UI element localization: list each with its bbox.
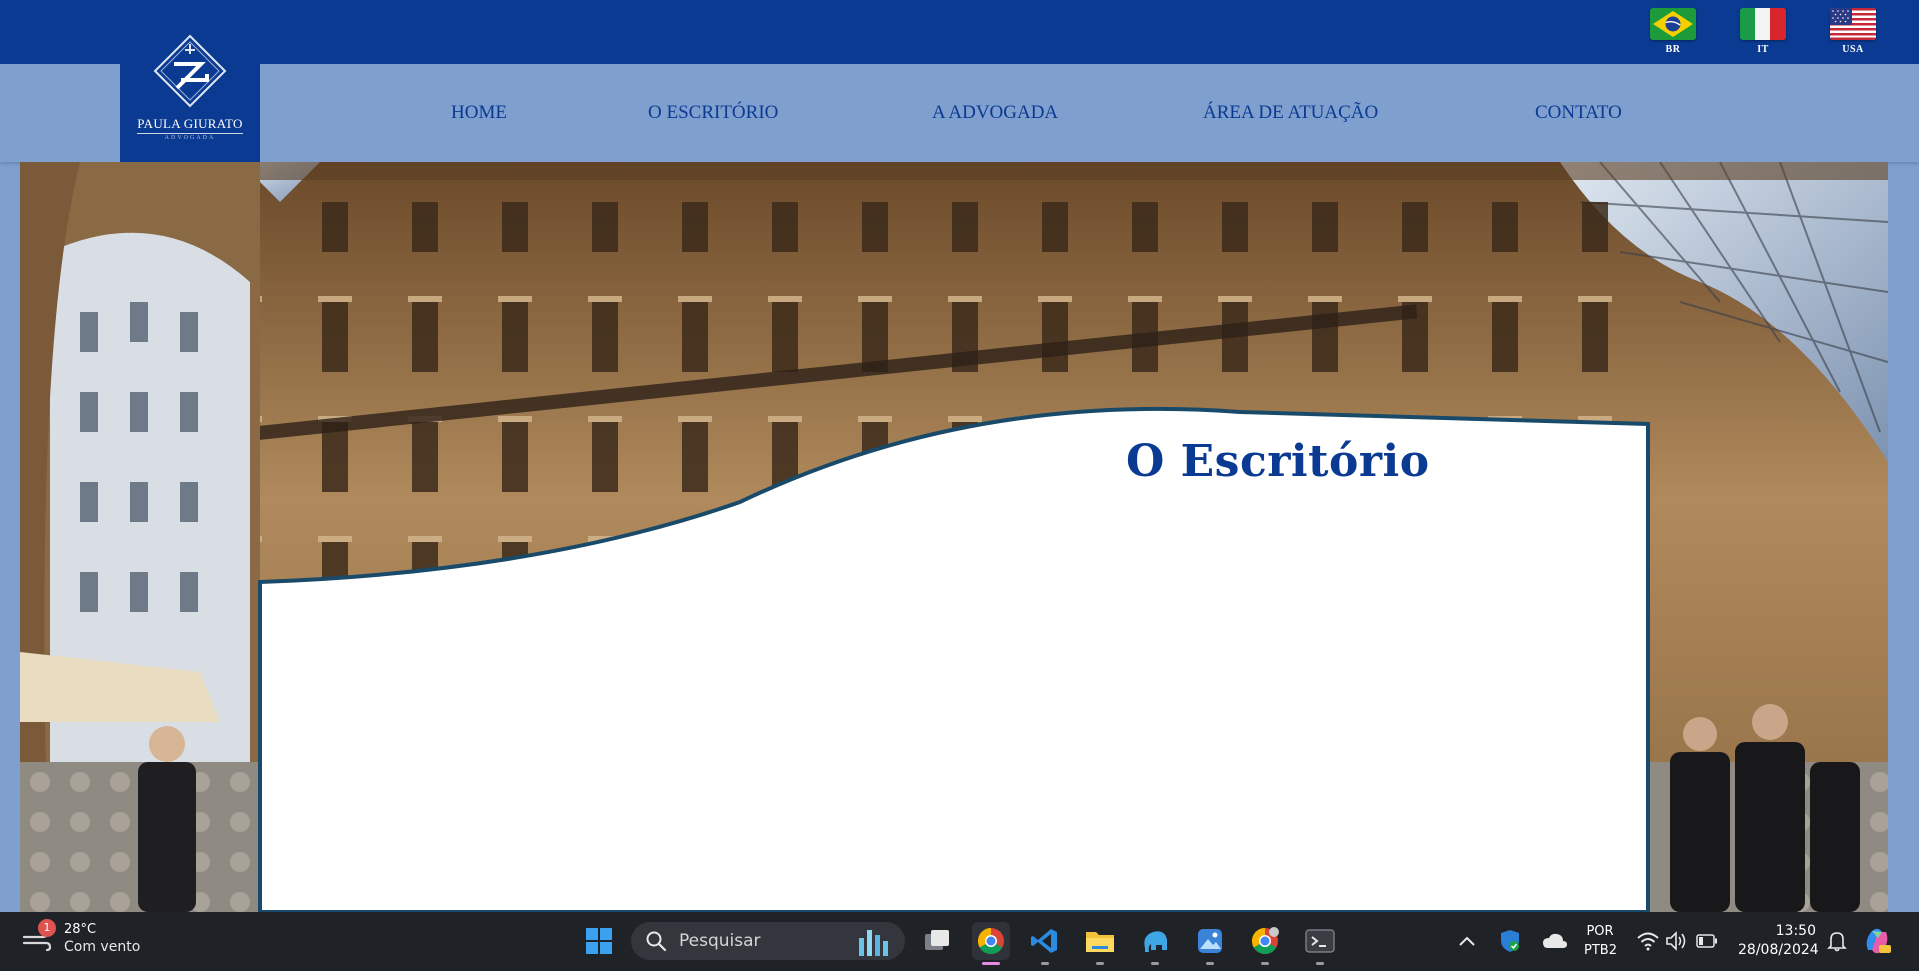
flag-it[interactable]: IT (1737, 8, 1789, 55)
notification-bell-icon[interactable] (1823, 922, 1851, 960)
clock-date: 28/08/2024 (1738, 942, 1819, 958)
weather-temperature: 28°C (64, 921, 97, 937)
chrome-profile-icon[interactable] (1246, 922, 1284, 965)
chrome-icon[interactable] (972, 922, 1010, 965)
photos-icon[interactable] (1191, 922, 1229, 965)
brazil-flag-icon (1650, 8, 1696, 40)
language-flags: BR IT USA (1647, 8, 1879, 55)
brand-name: PAULA GIURATO (137, 116, 243, 134)
flag-br[interactable]: BR (1647, 8, 1699, 55)
system-clock[interactable]: 13:50 28/08/2024 (1738, 922, 1819, 960)
file-explorer-icon[interactable] (1081, 922, 1119, 965)
nav-home[interactable]: HOME (451, 102, 507, 124)
windows-start-icon[interactable] (580, 922, 618, 960)
wifi-icon[interactable] (1634, 922, 1662, 960)
law-scale-logo-icon (153, 34, 227, 108)
top-bar: BR IT USA (0, 0, 1919, 64)
open-app-indicator (1316, 962, 1324, 965)
keyboard-layout: PTB2 (1584, 943, 1617, 958)
main-navbar: PAULA GIURATO ADVOGADA HOME O ESCRITÓRIO… (0, 34, 1919, 162)
nav-area-de-atuacao[interactable]: ÁREA DE ATUAÇÃO (1203, 102, 1378, 124)
flag-label: BR (1665, 44, 1681, 55)
search-icon (646, 931, 667, 952)
copilot-icon[interactable] (1860, 922, 1894, 960)
weather-widget[interactable]: 1 28°C Com vento (20, 919, 141, 955)
chevron-up-icon[interactable] (1455, 922, 1479, 960)
page-heading: O Escritório (1126, 436, 1430, 487)
brand-subtitle: ADVOGADA (164, 135, 216, 141)
battery-icon[interactable] (1693, 922, 1721, 960)
nav-contato[interactable]: CONTATO (1535, 102, 1622, 124)
vscode-icon[interactable] (1026, 922, 1064, 965)
active-app-indicator (982, 962, 1000, 965)
language-code: POR (1586, 924, 1614, 939)
wind-weather-icon: 1 (20, 919, 56, 955)
open-app-indicator (1041, 962, 1049, 965)
elephant-app-icon[interactable] (1136, 922, 1174, 965)
windows-taskbar: 1 28°C Com vento Pesquisar POR PTB2 13:5… (0, 912, 1919, 971)
open-app-indicator (1261, 962, 1269, 965)
flag-label: USA (1842, 44, 1864, 55)
flag-usa[interactable]: USA (1827, 8, 1879, 55)
italy-flag-icon (1740, 8, 1786, 40)
city-skyline-icon (859, 930, 888, 956)
onedrive-cloud-icon[interactable] (1540, 922, 1570, 960)
clock-time: 13:50 (1775, 923, 1816, 939)
galleria-background-image (20, 162, 1888, 912)
security-shield-icon[interactable] (1496, 922, 1524, 960)
open-app-indicator (1206, 962, 1214, 965)
open-app-indicator (1151, 962, 1159, 965)
nav-a-advogada[interactable]: A ADVOGADA (932, 102, 1058, 124)
taskbar-search-input[interactable]: Pesquisar (631, 922, 905, 960)
open-app-indicator (1096, 962, 1104, 965)
input-language-indicator[interactable]: POR PTB2 (1584, 922, 1617, 960)
flag-label: IT (1757, 44, 1769, 55)
volume-icon[interactable] (1663, 922, 1691, 960)
weather-notification-badge: 1 (38, 919, 56, 937)
hero-section (20, 162, 1888, 912)
brand-logo[interactable]: PAULA GIURATO ADVOGADA (120, 34, 260, 162)
search-placeholder: Pesquisar (679, 931, 761, 951)
weather-description: Com vento (64, 938, 141, 955)
task-view-icon[interactable] (918, 922, 956, 960)
usa-flag-icon (1830, 8, 1876, 40)
terminal-icon[interactable] (1301, 922, 1339, 965)
nav-o-escritorio[interactable]: O ESCRITÓRIO (648, 102, 778, 124)
